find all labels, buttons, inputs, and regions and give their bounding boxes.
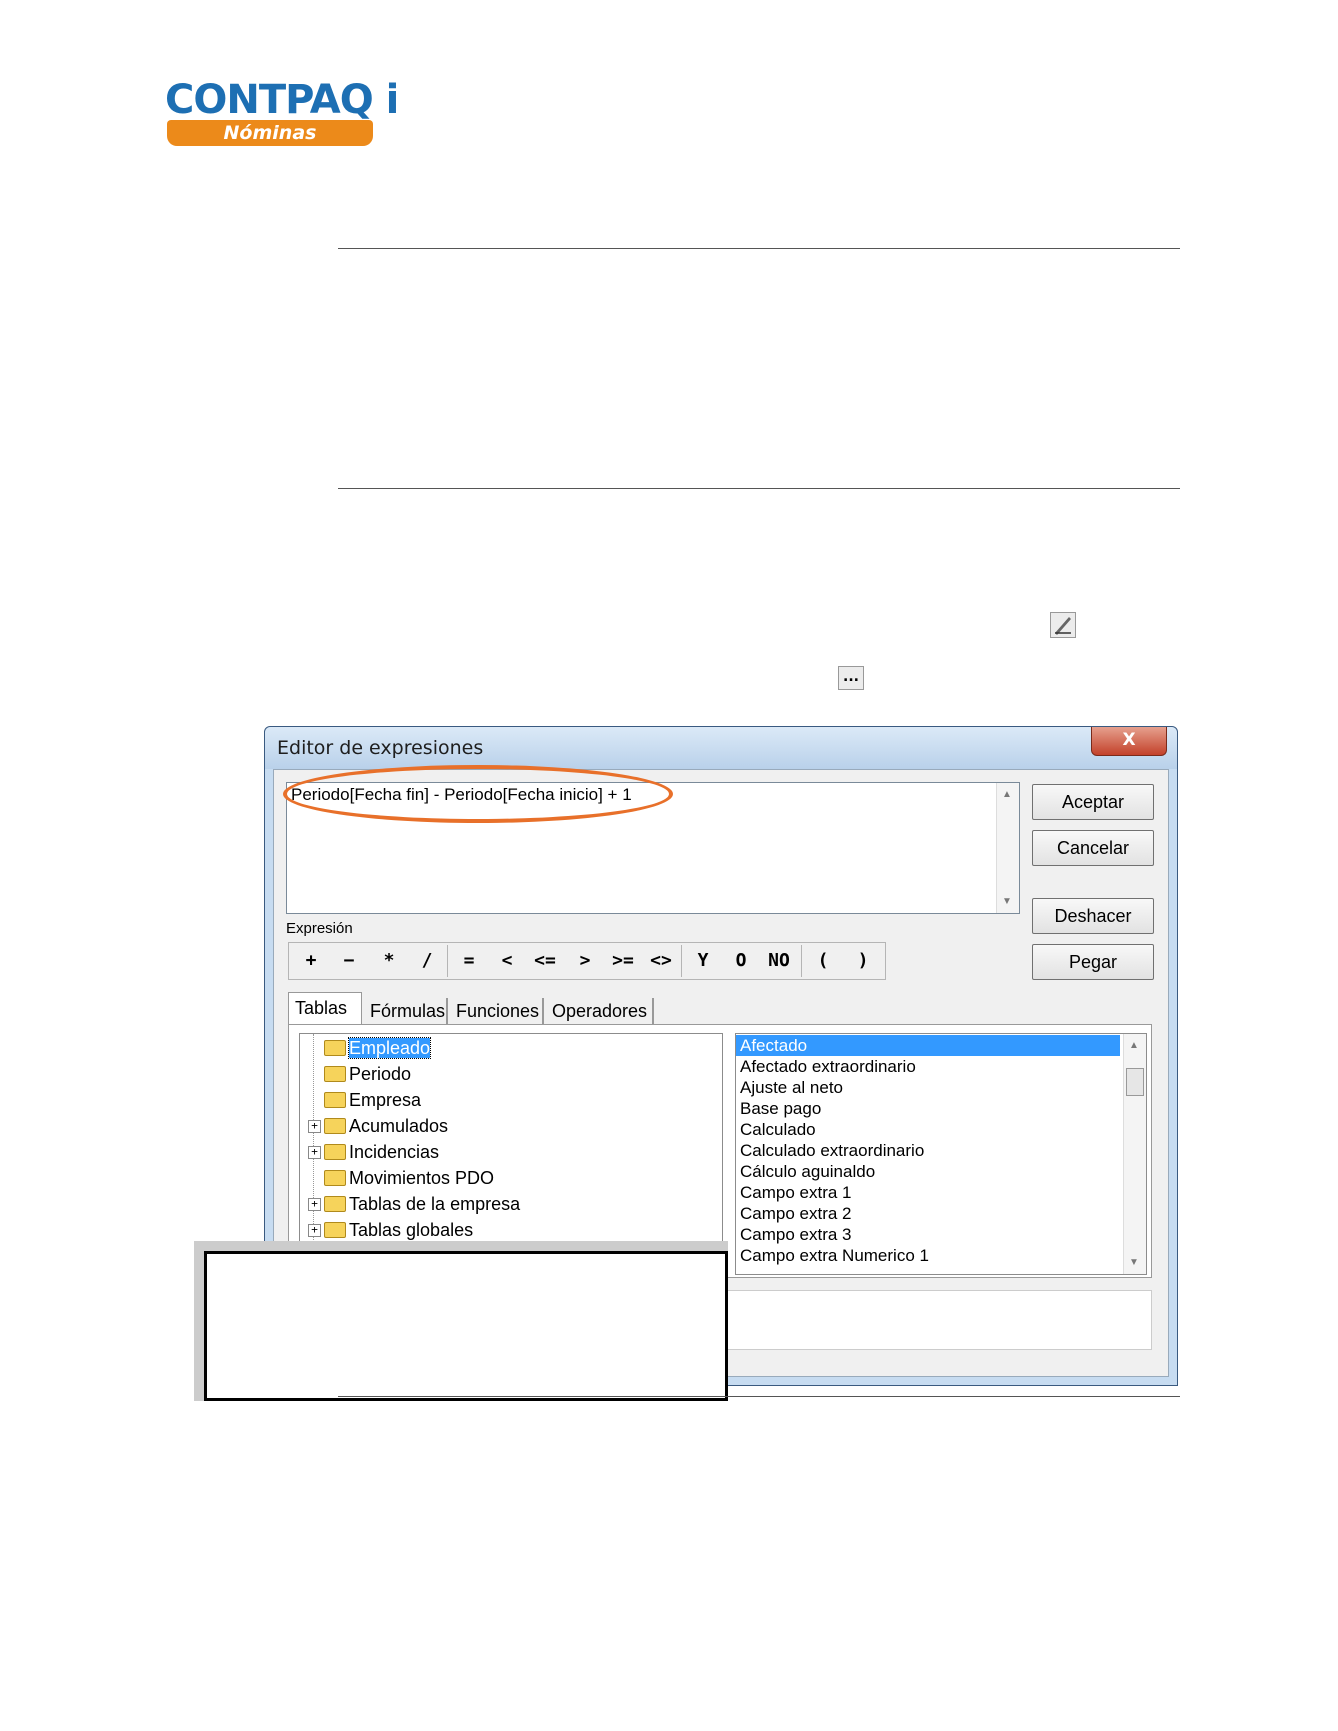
accept-button[interactable]: Aceptar (1032, 784, 1154, 820)
paste-button[interactable]: Pegar (1032, 944, 1154, 980)
tree-item-label: Tablas de la empresa (349, 1194, 521, 1214)
op-greatereq-button[interactable]: >= (605, 943, 641, 979)
logo-badge: Nóminas (167, 120, 373, 146)
tree-item-label: Incidencias (349, 1142, 440, 1162)
list-item[interactable]: Ajuste al neto (740, 1077, 1120, 1098)
folder-icon (324, 1144, 346, 1160)
op-not-button[interactable]: NO (761, 943, 797, 979)
callout-box (204, 1251, 728, 1401)
scroll-down-icon[interactable]: ▼ (1129, 1257, 1139, 1268)
tree-item-periodo[interactable]: Periodo (324, 1062, 411, 1086)
folder-icon (324, 1170, 346, 1186)
list-item[interactable]: Afectado extraordinario (740, 1056, 1120, 1077)
contpaqi-logo: CONTPAQ i Nóminas (165, 78, 400, 148)
tab-panel-tablas: Empleado Periodo Empresa + Acumulados + … (288, 1024, 1152, 1278)
pencil-icon (1055, 617, 1071, 635)
list-item[interactable]: Calculado (740, 1119, 1120, 1140)
tree-item-label: Periodo (349, 1064, 412, 1084)
op-close-paren-button[interactable]: ) (845, 943, 881, 979)
tab-operadores[interactable]: Operadores (546, 998, 654, 1024)
op-lesseq-button[interactable]: <= (527, 943, 563, 979)
dialog-title: Editor de expresiones (277, 737, 484, 759)
edit-formula-icon (1050, 612, 1076, 638)
scroll-up-icon[interactable]: ▲ (1129, 1040, 1139, 1051)
expression-text[interactable]: Periodo[Fecha fin] - Periodo[Fecha inici… (291, 785, 632, 805)
scroll-down-icon[interactable]: ▼ (1002, 896, 1012, 907)
op-separator (801, 945, 802, 977)
folder-icon (324, 1118, 346, 1134)
op-and-button[interactable]: Y (685, 943, 721, 979)
list-item-afectado[interactable]: Afectado (736, 1035, 1120, 1056)
close-button[interactable]: X (1091, 727, 1167, 756)
tree-item-movimientos-pdo[interactable]: Movimientos PDO (324, 1166, 494, 1190)
tables-tree[interactable]: Empleado Periodo Empresa + Acumulados + … (299, 1033, 723, 1275)
list-item[interactable]: Calculado extraordinario (740, 1140, 1120, 1161)
tree-item-tablas-globales[interactable]: Tablas globales (324, 1218, 473, 1242)
folder-icon (324, 1092, 346, 1108)
op-plus-button[interactable]: + (293, 943, 329, 979)
undo-button[interactable]: Deshacer (1032, 898, 1154, 934)
dialog-titlebar: Editor de expresiones X (265, 727, 1177, 769)
tree-item-tablas-empresa[interactable]: Tablas de la empresa (324, 1192, 520, 1216)
expression-textarea[interactable]: Periodo[Fecha fin] - Periodo[Fecha inici… (286, 782, 1020, 914)
op-separator (681, 945, 682, 977)
tree-item-empresa[interactable]: Empresa (324, 1088, 421, 1112)
divider-bottom (338, 1396, 1180, 1397)
tree-item-acumulados[interactable]: Acumulados (324, 1114, 448, 1138)
tree-item-label: Movimientos PDO (349, 1168, 495, 1188)
operator-toolbar: + − * / = < <= > >= <> Y O NO ( ) (288, 942, 886, 980)
scroll-thumb[interactable] (1126, 1068, 1144, 1096)
op-minus-button[interactable]: − (331, 943, 367, 979)
op-less-button[interactable]: < (489, 943, 525, 979)
tree-item-label: Empresa (349, 1090, 422, 1110)
list-item[interactable]: Base pago (740, 1098, 1120, 1119)
tree-item-label: Acumulados (349, 1116, 449, 1136)
op-notequal-button[interactable]: <> (643, 943, 679, 979)
expression-scrollbar[interactable]: ▲ ▼ (996, 783, 1019, 913)
tree-item-label: Empleado (347, 1037, 432, 1059)
cancel-button[interactable]: Cancelar (1032, 830, 1154, 866)
op-greater-button[interactable]: > (567, 943, 603, 979)
tree-item-label: Tablas globales (349, 1220, 474, 1240)
tree-item-empleado[interactable]: Empleado (324, 1036, 432, 1060)
expand-plus-icon[interactable]: + (308, 1224, 321, 1237)
op-multiply-button[interactable]: * (371, 943, 407, 979)
tab-formulas[interactable]: Fórmulas (364, 998, 448, 1024)
ellipsis-button-icon: ... (838, 666, 864, 690)
expand-plus-icon[interactable]: + (308, 1198, 321, 1211)
expand-plus-icon[interactable]: + (308, 1120, 321, 1133)
list-item[interactable]: Campo extra 3 (740, 1224, 1120, 1245)
folder-icon (324, 1066, 346, 1082)
divider-top (338, 248, 1180, 249)
fields-scrollbar[interactable]: ▲ ▼ (1123, 1034, 1146, 1274)
list-item[interactable]: Campo extra 2 (740, 1203, 1120, 1224)
op-open-paren-button[interactable]: ( (805, 943, 841, 979)
folder-icon (324, 1222, 346, 1238)
tab-tablas[interactable]: Tablas (288, 992, 362, 1024)
folder-icon (324, 1040, 346, 1056)
divider-middle (338, 488, 1180, 489)
list-item[interactable]: Cálculo aguinaldo (740, 1161, 1120, 1182)
op-separator (447, 945, 448, 977)
folder-icon (324, 1196, 346, 1212)
op-divide-button[interactable]: / (409, 943, 445, 979)
tab-funciones[interactable]: Funciones (450, 998, 544, 1024)
list-item[interactable]: Campo extra Numerico 1 (740, 1245, 1120, 1266)
op-equal-button[interactable]: = (451, 943, 487, 979)
list-item[interactable]: Campo extra 1 (740, 1182, 1120, 1203)
fields-list[interactable]: Afectado Afectado extraordinario Ajuste … (735, 1033, 1147, 1275)
expression-label: Expresión (286, 920, 353, 937)
tree-item-incidencias[interactable]: Incidencias (324, 1140, 439, 1164)
scroll-up-icon[interactable]: ▲ (1002, 789, 1012, 800)
logo-wordmark: CONTPAQ i (165, 77, 399, 123)
expand-plus-icon[interactable]: + (308, 1146, 321, 1159)
op-or-button[interactable]: O (723, 943, 759, 979)
